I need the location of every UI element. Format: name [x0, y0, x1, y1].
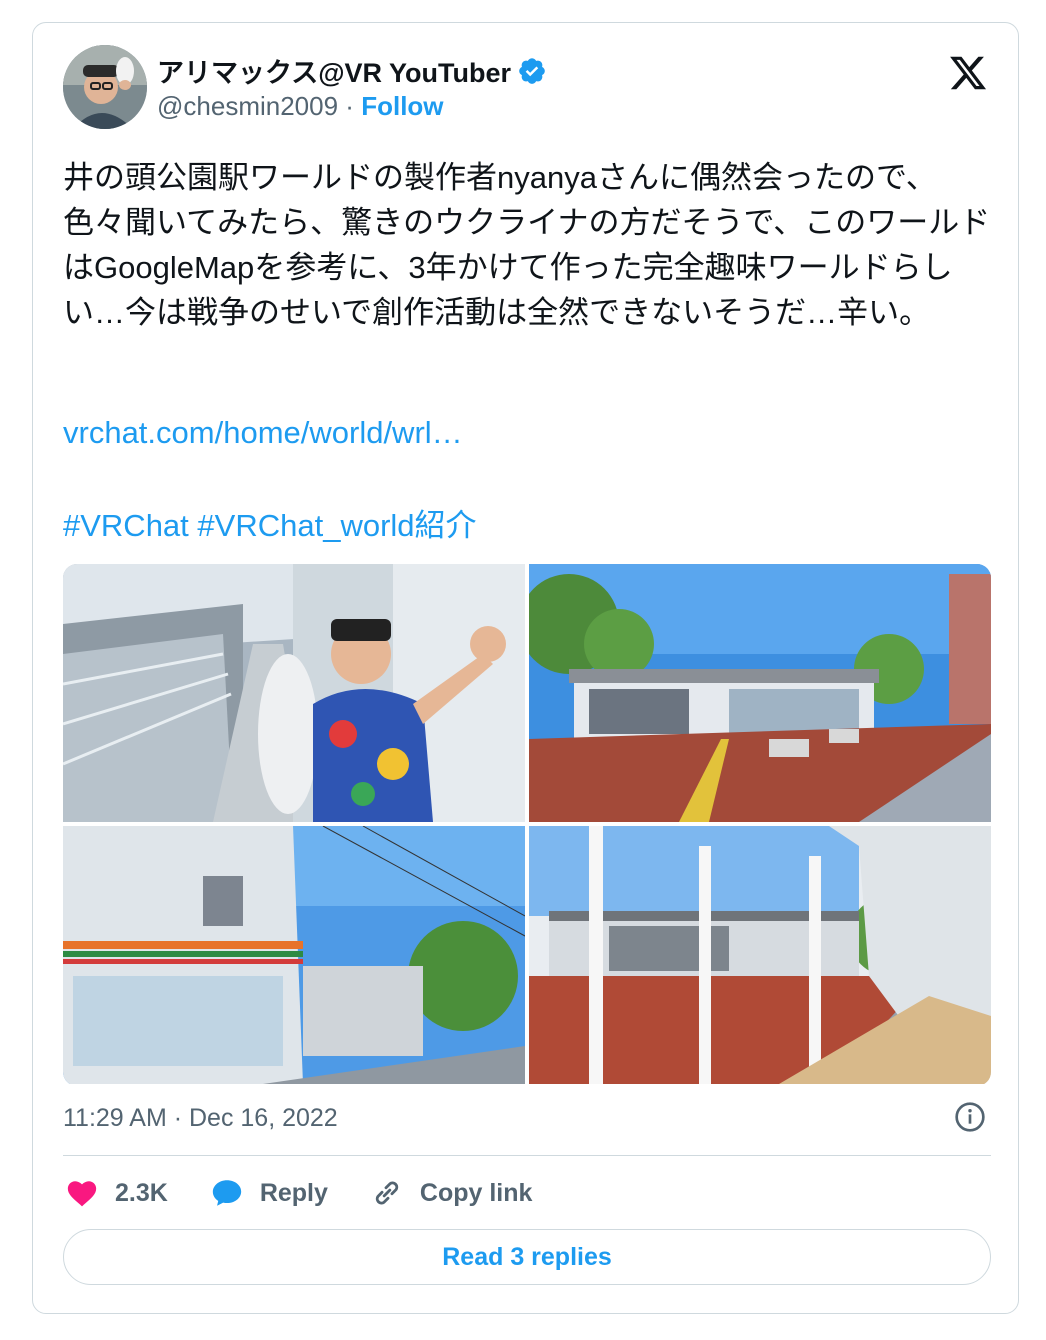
author-handle[interactable]: @chesmin2009	[157, 91, 338, 121]
verified-badge-icon	[519, 57, 545, 84]
media-image-station-platform[interactable]	[63, 564, 525, 822]
read-replies-button[interactable]: Read 3 replies	[63, 1229, 991, 1285]
media-grid	[63, 564, 991, 1086]
heart-icon	[67, 1181, 97, 1207]
hashtag-vrchat[interactable]: #VRChat	[63, 508, 189, 543]
reply-bubble-icon	[212, 1180, 241, 1206]
hashtag-vrchat-world[interactable]: #VRChat_world紹介	[197, 508, 476, 543]
info-icon[interactable]	[954, 1101, 986, 1133]
media-image-station-exterior[interactable]	[529, 564, 991, 822]
copy-link-label: Copy link	[419, 1178, 533, 1207]
action-bar: 2.3K Reply Copy link	[65, 1173, 574, 1213]
tweet-link[interactable]: vrchat.com/home/world/wrl…	[63, 415, 463, 451]
author-handle-row: @chesmin2009 · Follow	[157, 91, 444, 122]
copy-link-button[interactable]: Copy link	[370, 1176, 533, 1210]
reply-button[interactable]: Reply	[210, 1176, 328, 1210]
avatar[interactable]	[63, 45, 147, 129]
media-image-convenience-store[interactable]	[63, 826, 525, 1084]
author-name-row[interactable]: アリマックス@VR YouTuber	[157, 51, 547, 90]
like-count: 2.3K	[115, 1178, 168, 1207]
tweet-timestamp[interactable]: 11:29 AM · Dec 16, 2022	[63, 1104, 338, 1133]
divider	[63, 1155, 991, 1156]
separator-dot: ·	[345, 91, 354, 121]
author-display-name[interactable]: アリマックス@VR YouTuber	[157, 51, 511, 90]
media-image-station-interior[interactable]	[529, 826, 991, 1084]
tweet-card: アリマックス@VR YouTuber @chesmin2009 · Follow…	[32, 22, 1019, 1314]
like-button[interactable]: 2.3K	[65, 1176, 168, 1210]
tweet-text: 井の頭公園駅ワールドの製作者nyanyaさんに偶然会ったので、色々聞いてみたら、…	[63, 160, 991, 330]
link-icon	[375, 1181, 399, 1205]
follow-button[interactable]: Follow	[361, 91, 443, 121]
x-logo-icon[interactable]	[948, 53, 988, 93]
hashtags: #VRChat #VRChat_world紹介	[63, 500, 477, 545]
reply-label: Reply	[259, 1178, 328, 1207]
